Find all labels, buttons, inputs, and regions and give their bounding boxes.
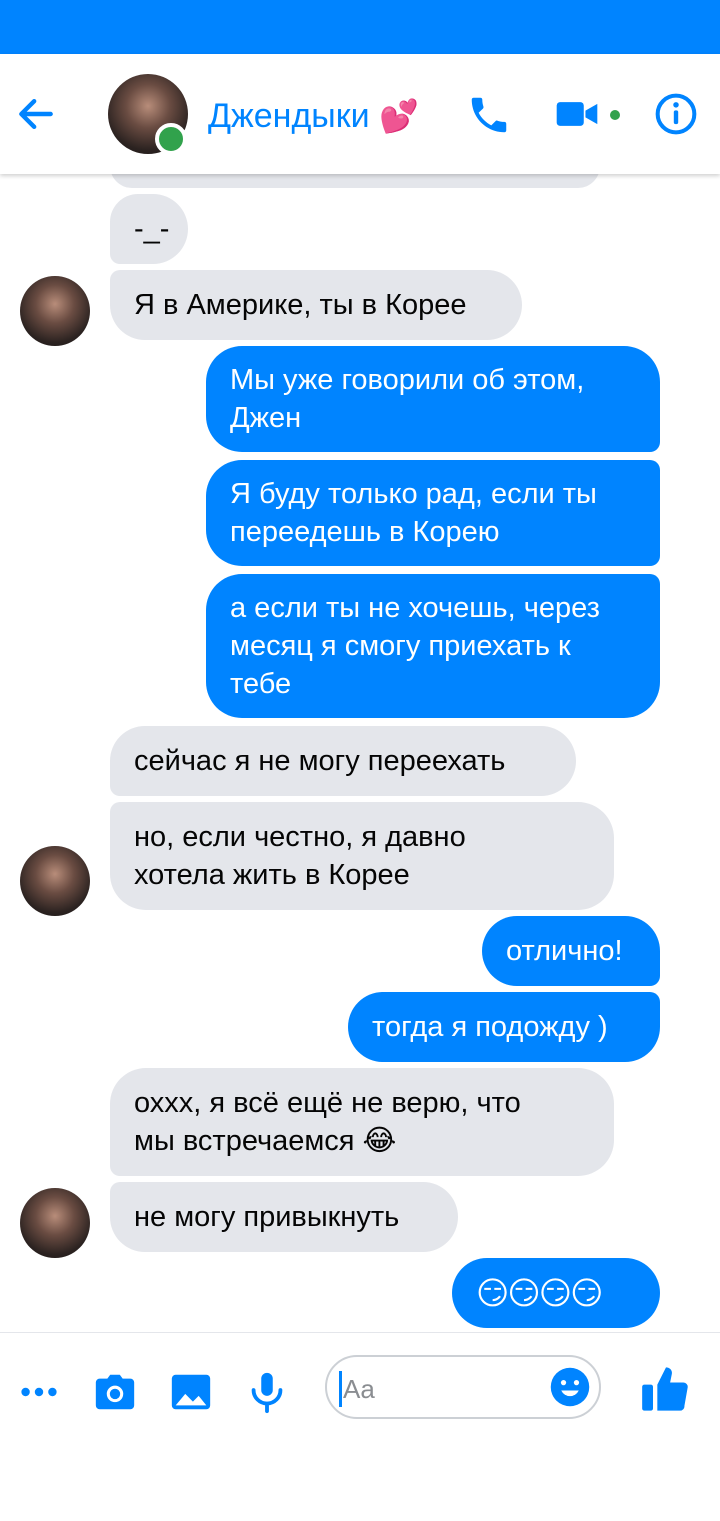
message-bubble[interactable]: не могу привыкнуть	[110, 1182, 458, 1252]
image-icon[interactable]	[168, 1369, 214, 1415]
contact-avatar-small[interactable]	[20, 846, 90, 916]
emoji-icon[interactable]	[549, 1366, 591, 1408]
more-dots-icon[interactable]	[16, 1369, 62, 1415]
message-thread[interactable]: -_- Я в Америке, ты в Корее Мы уже говор…	[0, 174, 720, 1332]
message-input-placeholder: Aa	[343, 1374, 375, 1404]
heart-emoji: 💕	[379, 98, 419, 134]
status-bar	[0, 0, 720, 54]
message-bubble[interactable]: 😏😏😏😏	[452, 1258, 660, 1328]
message-bubble[interactable]: оххх, я всё ещё не верю, что мы встречае…	[110, 1068, 614, 1176]
video-camera-icon[interactable]	[555, 96, 599, 132]
message-text: а если ты не хочешь, через месяц я смогу…	[230, 592, 600, 700]
message-bubble[interactable]: тогда я подожду )	[348, 992, 660, 1062]
message-bubble[interactable]: Я в Америке, ты в Корее	[110, 270, 522, 340]
contact-name[interactable]: Джендыки 💕	[208, 94, 419, 138]
thumbs-up-icon[interactable]	[640, 1363, 692, 1415]
microphone-icon[interactable]	[244, 1369, 290, 1415]
message-bubble[interactable]: но, если честно, я давно хотела жить в К…	[110, 802, 614, 910]
message-bubble[interactable]: отлично!	[482, 916, 660, 986]
camera-icon[interactable]	[92, 1369, 138, 1415]
message-text: но, если честно, я давно хотела жить в К…	[134, 821, 466, 891]
message-bubble[interactable]: Я буду только рад, если ты переедешь в К…	[206, 460, 660, 566]
message-text: Мы уже говорили об этом, Джен	[230, 364, 585, 434]
message-bubble[interactable]: Мы уже говорили об этом, Джен	[206, 346, 660, 452]
online-status-dot	[155, 123, 187, 155]
message-composer: Aa	[0, 1332, 720, 1521]
message-input[interactable]: Aa	[325, 1355, 601, 1419]
arrow-left-icon[interactable]	[14, 92, 58, 136]
contact-name-text: Джендыки	[208, 97, 370, 135]
message-bubble[interactable]: сейчас я не могу переехать	[110, 726, 576, 796]
phone-icon[interactable]	[466, 92, 512, 138]
message-text: оххх, я всё ещё не верю, что мы встречае…	[134, 1087, 521, 1157]
message-bubble[interactable]: -_-	[110, 194, 188, 264]
info-icon[interactable]	[654, 92, 698, 136]
message-bubble-partial	[110, 174, 600, 188]
contact-avatar-small[interactable]	[20, 1188, 90, 1258]
message-text: Я буду только рад, если ты переедешь в К…	[230, 478, 597, 548]
conversation-header: Джендыки 💕	[0, 54, 720, 174]
text-caret	[339, 1371, 342, 1407]
contact-avatar-small[interactable]	[20, 276, 90, 346]
message-bubble[interactable]: а если ты не хочешь, через месяц я смогу…	[206, 574, 660, 718]
video-online-dot	[610, 110, 620, 120]
